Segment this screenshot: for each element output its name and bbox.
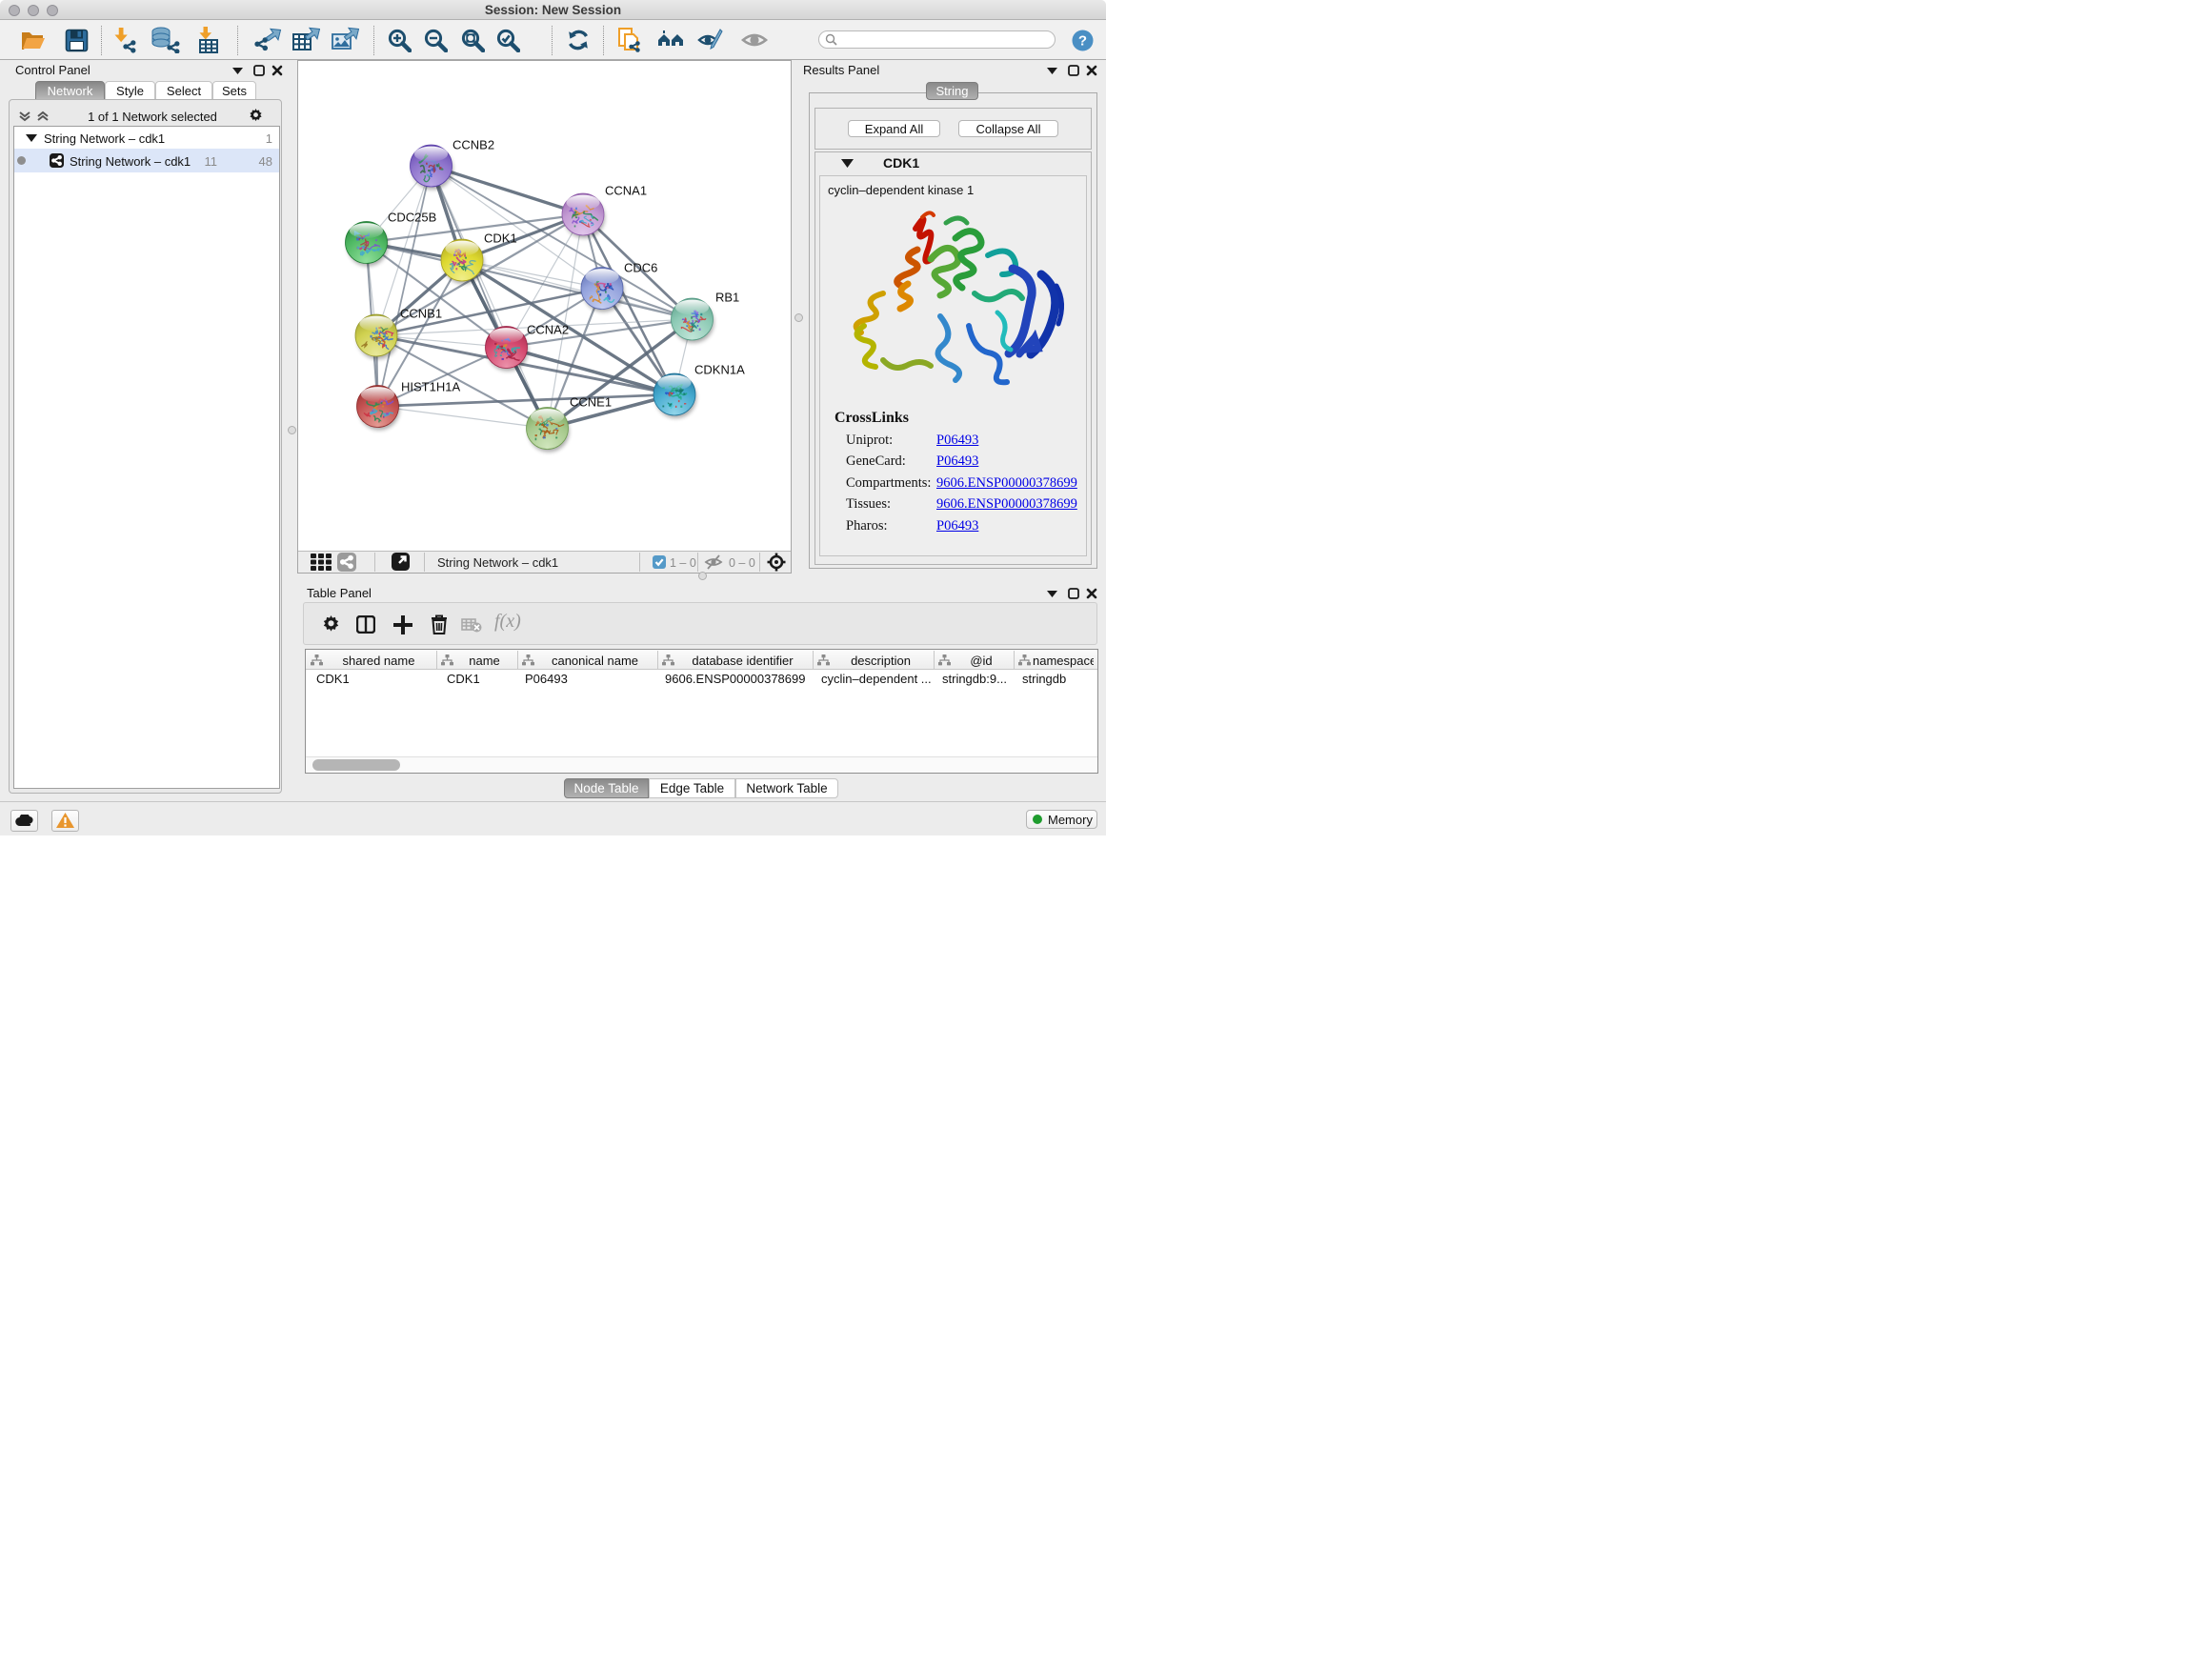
svg-text:RB1: RB1	[715, 291, 739, 305]
svg-text:CDK1: CDK1	[484, 232, 517, 246]
svg-text:HIST1H1A: HIST1H1A	[401, 380, 460, 394]
svg-text:CCNE1: CCNE1	[570, 395, 612, 410]
svg-text:CDC6: CDC6	[624, 261, 657, 275]
svg-text:CCNB2: CCNB2	[452, 138, 494, 152]
svg-text:CCNB1: CCNB1	[400, 307, 442, 321]
svg-text:CCNA1: CCNA1	[605, 184, 647, 198]
svg-text:CCNA2: CCNA2	[527, 323, 569, 337]
svg-text:CDKN1A: CDKN1A	[694, 363, 745, 377]
svg-text:CDC25B: CDC25B	[388, 211, 436, 225]
svg-text:?: ?	[1077, 32, 1086, 49]
